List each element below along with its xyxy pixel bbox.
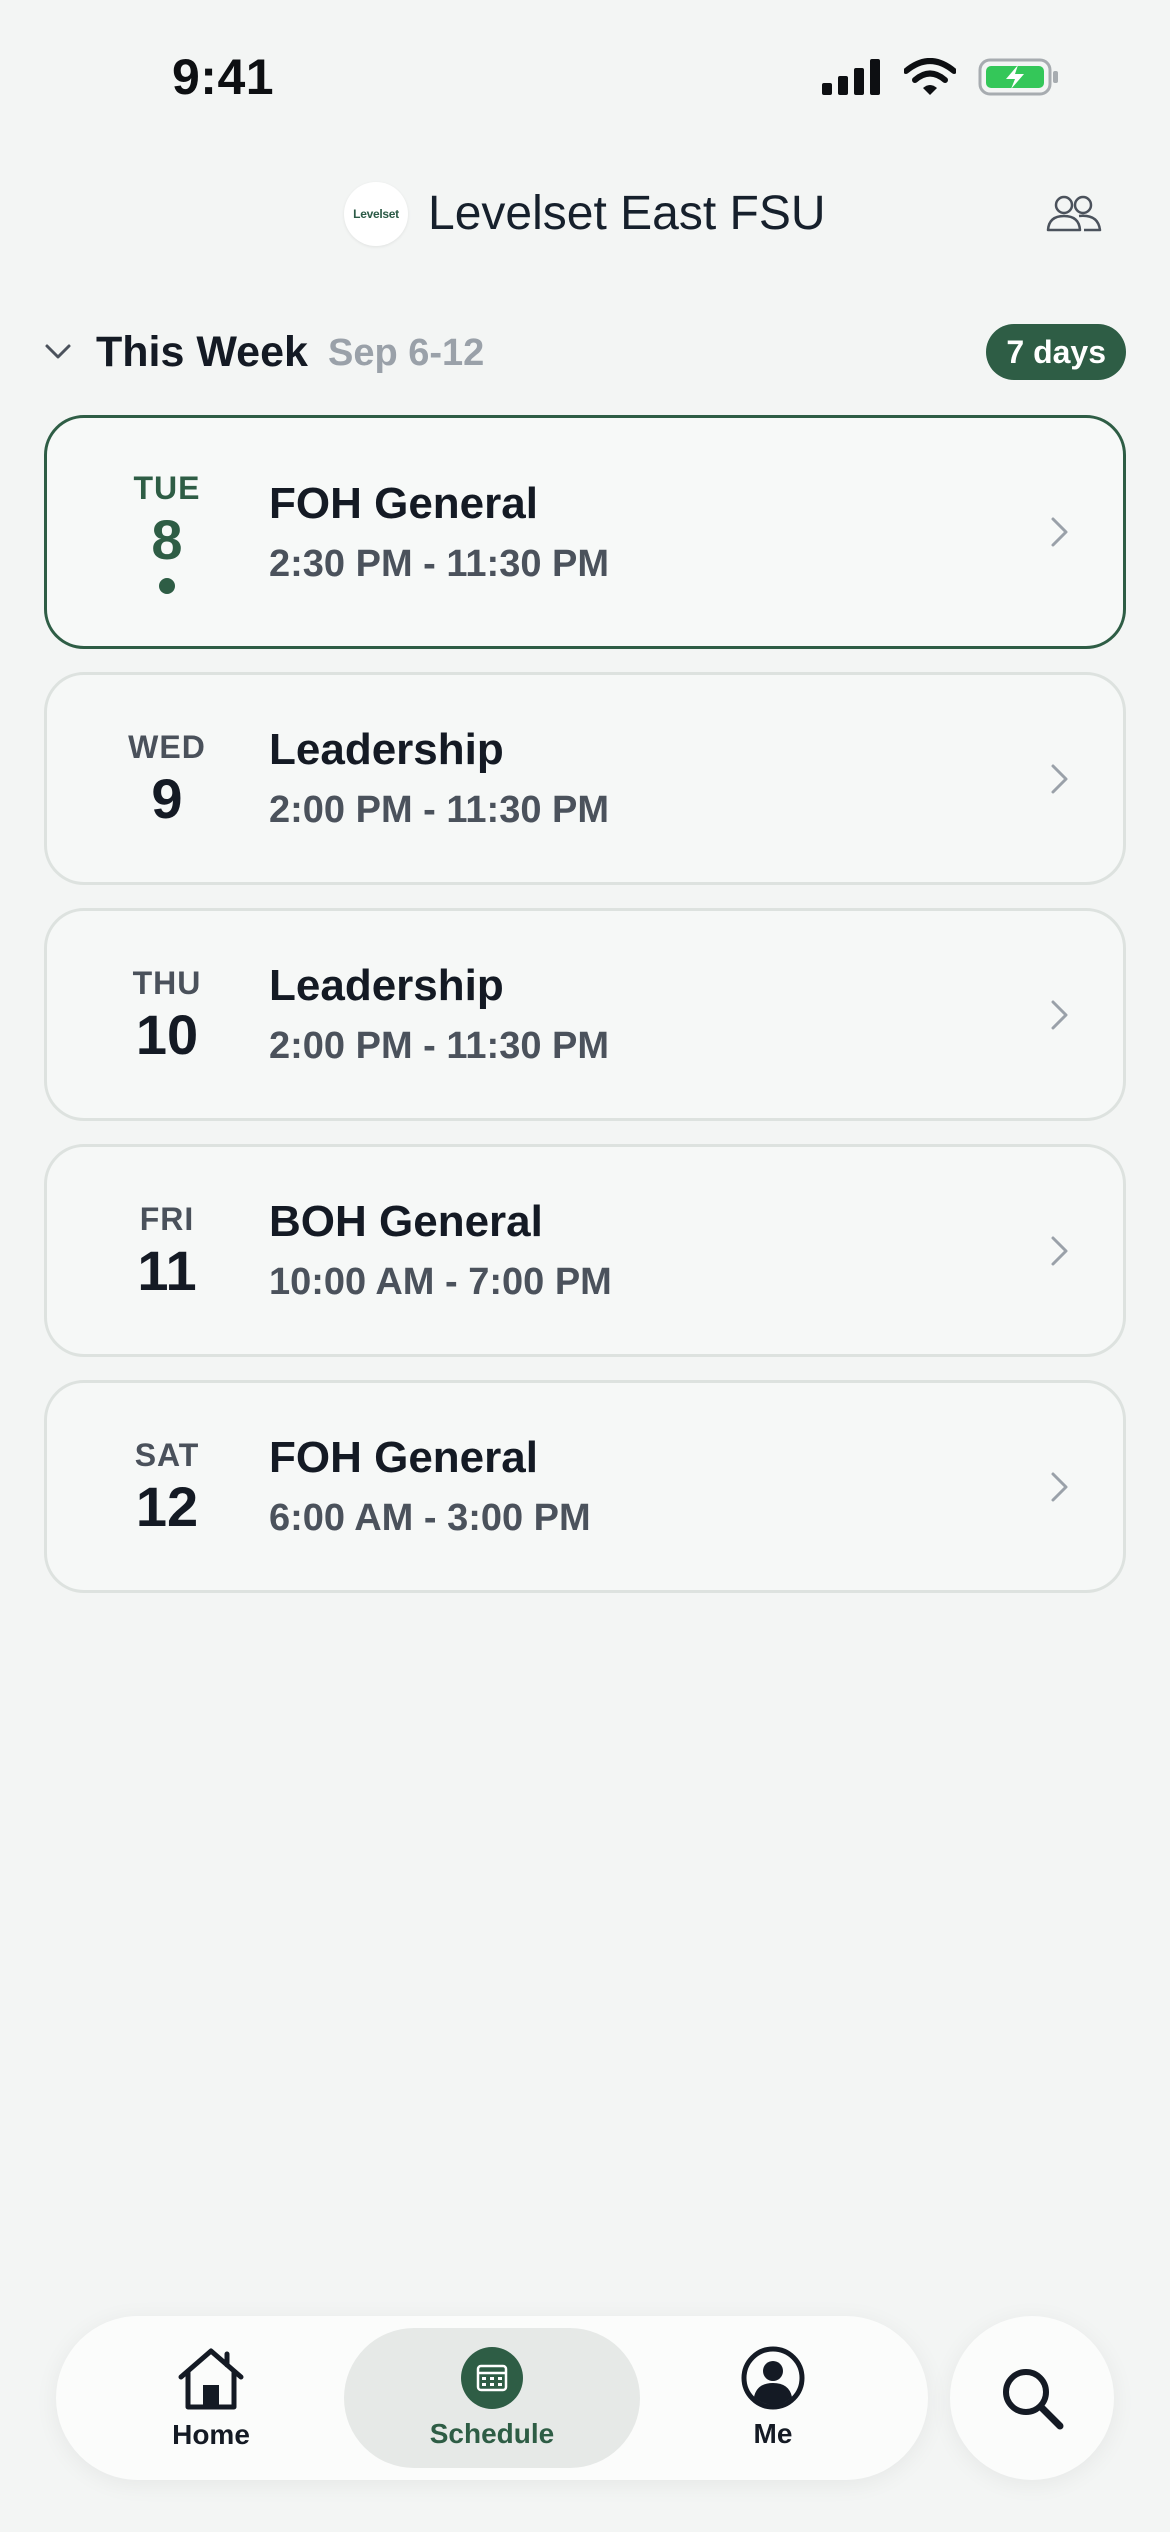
team-button[interactable] bbox=[1044, 184, 1104, 244]
schedule-screen: 9:41 Levelset Levelset East FSU This Wee… bbox=[0, 0, 1170, 2532]
shift-day: WED 9 bbox=[87, 675, 247, 882]
shift-day: FRI 11 bbox=[87, 1147, 247, 1354]
people-icon bbox=[1046, 195, 1102, 232]
shift-day-name: THU bbox=[132, 964, 202, 1001]
shift-day-number: 12 bbox=[135, 1474, 199, 1538]
chevron-down-icon[interactable] bbox=[40, 334, 76, 370]
cellular-signal-icon bbox=[822, 59, 880, 95]
shift-day-number: 8 bbox=[151, 508, 183, 572]
shift-time: 10:00 AM - 7:00 PM bbox=[269, 1261, 612, 1303]
shift-day-number: 10 bbox=[135, 1002, 199, 1066]
shift-time: 2:00 PM - 11:30 PM bbox=[269, 789, 610, 831]
tab-schedule[interactable]: Schedule bbox=[344, 2328, 640, 2468]
search-button[interactable] bbox=[950, 2316, 1114, 2480]
shift-time: 2:30 PM - 11:30 PM bbox=[269, 542, 610, 585]
shift-card[interactable]: FRI 11 BOH General 10:00 AM - 7:00 PM bbox=[44, 1144, 1126, 1357]
tab-bar: Home Schedule Me bbox=[56, 2316, 928, 2480]
tab-home-label: Home bbox=[172, 2419, 250, 2450]
shift-day-name: FRI bbox=[139, 1200, 195, 1237]
chevron-right-icon bbox=[1051, 1472, 1068, 1501]
home-icon bbox=[178, 2348, 244, 2410]
chevron-right-icon bbox=[1051, 764, 1068, 793]
chevron-right-icon bbox=[1051, 517, 1068, 547]
shift-card[interactable]: WED 9 Leadership 2:00 PM - 11:30 PM bbox=[44, 672, 1126, 885]
chevron-right-icon bbox=[1051, 1000, 1068, 1029]
shift-day-number: 9 bbox=[151, 766, 183, 830]
tab-schedule-label: Schedule bbox=[429, 2418, 555, 2449]
org-logo-text: Levelset bbox=[353, 207, 399, 221]
shift-role: Leadership bbox=[269, 961, 504, 1010]
search-icon bbox=[1003, 2369, 1064, 2430]
shift-day-name: SAT bbox=[134, 1436, 200, 1473]
today-indicator-dot bbox=[159, 577, 175, 594]
wifi-icon bbox=[904, 58, 956, 95]
status-icons bbox=[822, 58, 1060, 96]
org-name[interactable]: Levelset East FSU bbox=[428, 186, 826, 241]
shift-role: FOH General bbox=[269, 478, 538, 528]
shift-day-name: TUE bbox=[133, 470, 201, 507]
shift-info: FOH General 6:00 AM - 3:00 PM bbox=[269, 1383, 591, 1590]
chevron-right-icon bbox=[1051, 1236, 1068, 1265]
tab-home[interactable]: Home bbox=[116, 2328, 306, 2468]
shift-card[interactable]: TUE 8 FOH General 2:30 PM - 11:30 PM bbox=[44, 415, 1126, 649]
shift-role: BOH General bbox=[269, 1197, 543, 1246]
tab-me-label: Me bbox=[753, 2418, 793, 2449]
week-range: Sep 6-12 bbox=[328, 332, 485, 374]
days-count-badge: 7 days bbox=[986, 324, 1126, 380]
shift-role: Leadership bbox=[269, 725, 504, 774]
shift-day: TUE 8 bbox=[87, 418, 247, 646]
header: Levelset Levelset East FSU bbox=[0, 170, 1170, 260]
status-time: 9:41 bbox=[172, 49, 275, 105]
status-bar: 9:41 bbox=[0, 0, 1170, 150]
shift-time: 2:00 PM - 11:30 PM bbox=[269, 1025, 610, 1067]
week-header[interactable]: This Week Sep 6-12 7 days bbox=[0, 318, 1170, 388]
tab-me[interactable]: Me bbox=[678, 2328, 868, 2468]
shift-day-number: 11 bbox=[137, 1238, 197, 1302]
shift-info: FOH General 2:30 PM - 11:30 PM bbox=[269, 418, 609, 646]
shift-time: 6:00 AM - 3:00 PM bbox=[269, 1497, 591, 1539]
shift-day: SAT 12 bbox=[87, 1383, 247, 1590]
shift-info: BOH General 10:00 AM - 7:00 PM bbox=[269, 1147, 612, 1354]
shift-role: FOH General bbox=[269, 1433, 538, 1482]
calendar-icon bbox=[461, 2347, 523, 2409]
shift-card[interactable]: SAT 12 FOH General 6:00 AM - 3:00 PM bbox=[44, 1380, 1126, 1593]
shift-list: TUE 8 FOH General 2:30 PM - 11:30 PM WED… bbox=[44, 415, 1126, 1616]
shift-day-name: WED bbox=[128, 728, 206, 765]
week-title: This Week bbox=[96, 328, 308, 376]
shift-day: THU 10 bbox=[87, 911, 247, 1118]
shift-card[interactable]: THU 10 Leadership 2:00 PM - 11:30 PM bbox=[44, 908, 1126, 1121]
org-logo: Levelset bbox=[344, 182, 408, 246]
shift-info: Leadership 2:00 PM - 11:30 PM bbox=[269, 911, 609, 1118]
battery-charging-icon bbox=[978, 58, 1058, 96]
user-circle-icon bbox=[741, 2346, 805, 2410]
shift-info: Leadership 2:00 PM - 11:30 PM bbox=[269, 675, 609, 882]
